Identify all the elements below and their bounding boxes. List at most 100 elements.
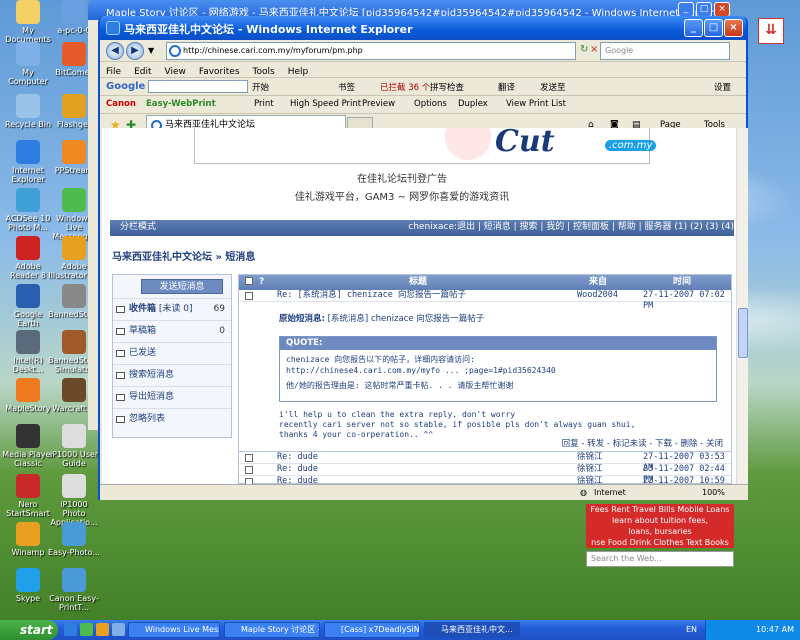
- send-to-button[interactable]: 发送至: [540, 81, 566, 93]
- desktop-icon[interactable]: Easy-Photo...: [48, 522, 100, 557]
- row-checkbox[interactable]: [245, 292, 253, 300]
- task-cari[interactable]: 马来西亚佳礼中文...: [424, 622, 520, 638]
- close-icon[interactable]: ×: [714, 2, 730, 17]
- desktop-icon[interactable]: My Documents: [2, 0, 54, 44]
- vertical-scrollbar[interactable]: [736, 128, 748, 484]
- breadcrumb[interactable]: 马来西亚佳礼中文论坛 » 短消息: [112, 248, 255, 263]
- message-title[interactable]: Re: dude: [277, 464, 318, 475]
- split-view-link[interactable]: 分栏模式: [120, 220, 156, 235]
- google-start-button[interactable]: 开始: [252, 81, 269, 93]
- search-box[interactable]: Google: [600, 42, 730, 60]
- message-from[interactable]: 徐锦江: [577, 464, 603, 475]
- message-row[interactable]: Re: dude 徐锦江 27-11-2007 03:53 AM: [239, 452, 731, 473]
- menu-edit[interactable]: Edit: [134, 67, 151, 77]
- folder-item[interactable]: 导出短消息: [113, 386, 231, 408]
- desktop-icon[interactable]: iP1000 User Guide: [48, 424, 100, 468]
- row-checkbox[interactable]: [245, 454, 253, 462]
- folder-item[interactable]: 收件箱 [未读 0] 69: [113, 298, 231, 320]
- desktop-icon[interactable]: Skype: [2, 568, 54, 603]
- desktop-icon[interactable]: My Computer: [2, 42, 54, 86]
- message-row[interactable]: Re: dude 徐锦江 22-11-2007 10:59 PM: [239, 476, 731, 484]
- translate-button[interactable]: 翻译: [498, 81, 515, 93]
- messenger-quicklaunch-icon[interactable]: [80, 623, 93, 636]
- desktop-icon[interactable]: Adobe Reader 8: [2, 236, 54, 280]
- maximize-icon[interactable]: □: [696, 2, 712, 17]
- folder-item[interactable]: 忽略列表: [113, 408, 231, 430]
- duplex-button[interactable]: Duplex: [458, 99, 488, 109]
- desktop-icon[interactable]: Canon Easy-PrintT...: [48, 568, 100, 612]
- desktop-icon[interactable]: iP1000 Photo Applicatio...: [48, 474, 100, 527]
- minimize-icon[interactable]: _: [678, 2, 694, 17]
- close-button[interactable]: ×: [724, 19, 743, 37]
- message-from[interactable]: Wood2004: [577, 290, 618, 301]
- desktop-icon[interactable]: Nero StartSmart: [2, 474, 54, 518]
- web-search-input[interactable]: Search the Web...: [586, 551, 734, 567]
- select-all-checkbox[interactable]: [245, 277, 253, 285]
- settings-button[interactable]: 设置: [714, 81, 731, 93]
- forward-arrow-icon[interactable]: ▶: [126, 42, 144, 60]
- menu-view[interactable]: View: [165, 67, 186, 77]
- message-title[interactable]: Re: dude: [277, 476, 318, 484]
- desktop-icon[interactable]: Intel(R) Deskt...: [2, 330, 54, 374]
- minimize-button[interactable]: _: [684, 19, 703, 37]
- high-speed-print-button[interactable]: High Speed Print: [290, 99, 361, 109]
- ad-banner[interactable]: Cut .com.my: [194, 128, 657, 164]
- menu-favorites[interactable]: Favorites: [199, 67, 240, 77]
- options-button[interactable]: Options: [414, 99, 447, 109]
- task-cass[interactable]: [Cass] x7DeadlySiNx'...: [324, 622, 420, 638]
- message-actions[interactable]: 回复 - 转发 - 标记未读 - 下载 - 删除 - 关闭: [562, 437, 723, 449]
- desktop-icon[interactable]: Recycle Bin: [2, 94, 54, 129]
- bookmarks-button[interactable]: 书签: [338, 81, 355, 93]
- spellcheck-button[interactable]: 拼写检查: [430, 81, 464, 93]
- print-button[interactable]: Print: [254, 99, 274, 109]
- desktop-icon[interactable]: ACDSee 10 Photo M...: [2, 188, 54, 232]
- message-row[interactable]: Re: [系统消息] chenizace 向您报告一篇帖子 Wood2004 2…: [239, 290, 731, 311]
- task-messenger[interactable]: Windows Live Messen...: [128, 622, 220, 638]
- download-gadget-icon[interactable]: ⇊: [758, 18, 784, 44]
- quote-link[interactable]: http://chinese4.cari.com.my/myfo ... ;pa…: [286, 365, 710, 376]
- title-bar[interactable]: 马来西亚佳礼中文论坛 - Windows Internet Explorer _…: [100, 16, 746, 40]
- folder-item[interactable]: 草稿箱 0: [113, 320, 231, 342]
- task-maple-story[interactable]: Maple Story 讨论区 -...: [224, 622, 320, 638]
- maximize-button[interactable]: □: [704, 19, 723, 37]
- menu-file[interactable]: File: [106, 67, 121, 77]
- app-icon: [62, 474, 86, 498]
- row-checkbox[interactable]: [245, 466, 253, 474]
- message-from[interactable]: 徐锦江: [577, 476, 603, 484]
- desktop-icon[interactable]: Internet Explorer: [2, 140, 54, 184]
- stop-icon[interactable]: ×: [590, 44, 598, 55]
- desktop-quicklaunch-icon[interactable]: [112, 623, 125, 636]
- refresh-icon[interactable]: ↻: [580, 44, 588, 55]
- menu-tools[interactable]: Tools: [253, 67, 275, 77]
- message-from[interactable]: 徐锦江: [577, 452, 603, 463]
- media-quicklaunch-icon[interactable]: [96, 623, 109, 636]
- ad-text-2[interactable]: 佳礼游戏平台，GAM3 ~ 网罗你喜爱的游戏资讯: [102, 188, 702, 203]
- preview-button[interactable]: Preview: [362, 99, 395, 109]
- desktop-icon[interactable]: MapleStory: [2, 378, 54, 413]
- zoom-level[interactable]: 100%: [702, 485, 725, 500]
- message-row[interactable]: Re: dude 徐锦江 23-11-2007 02:44 PM: [239, 464, 731, 484]
- menu-help[interactable]: Help: [288, 67, 309, 77]
- back-arrow-icon[interactable]: ◀: [106, 42, 124, 60]
- scroll-thumb[interactable]: [738, 308, 748, 358]
- desktop-icon[interactable]: Winamp: [2, 522, 54, 557]
- side-ad[interactable]: Fees Rent Travel Bills Mobile Loans lear…: [586, 504, 734, 548]
- ie-quicklaunch-icon[interactable]: [64, 623, 77, 636]
- desktop-icon[interactable]: Google Earth: [2, 284, 54, 328]
- ad-text-1[interactable]: 在佳礼论坛刊登广告: [102, 170, 702, 185]
- start-button[interactable]: start: [0, 620, 58, 640]
- view-print-list-button[interactable]: View Print List: [506, 99, 566, 109]
- user-nav-links[interactable]: chenixace:退出 | 短消息 | 搜索 | 我的 | 控制面板 | 帮助…: [408, 220, 734, 235]
- folder-item[interactable]: 已发送: [113, 342, 231, 364]
- clock[interactable]: 10:47 AM: [756, 625, 794, 634]
- language-indicator[interactable]: EN: [686, 625, 697, 634]
- desktop-icon[interactable]: Media Player Classic: [2, 424, 54, 468]
- popup-blocked-button[interactable]: 已拦截 36 个: [380, 81, 430, 93]
- history-dropdown-icon[interactable]: ▼: [148, 46, 154, 55]
- address-bar[interactable]: http://chinese.cari.com.my/myforum/pm.ph…: [166, 42, 576, 60]
- google-search-input[interactable]: [148, 80, 248, 93]
- message-title[interactable]: Re: dude: [277, 452, 318, 463]
- message-title[interactable]: Re: [系统消息] chenizace 向您报告一篇帖子: [277, 290, 466, 301]
- folder-item[interactable]: 搜索短消息: [113, 364, 231, 386]
- send-message-button[interactable]: 发送短消息: [141, 279, 223, 294]
